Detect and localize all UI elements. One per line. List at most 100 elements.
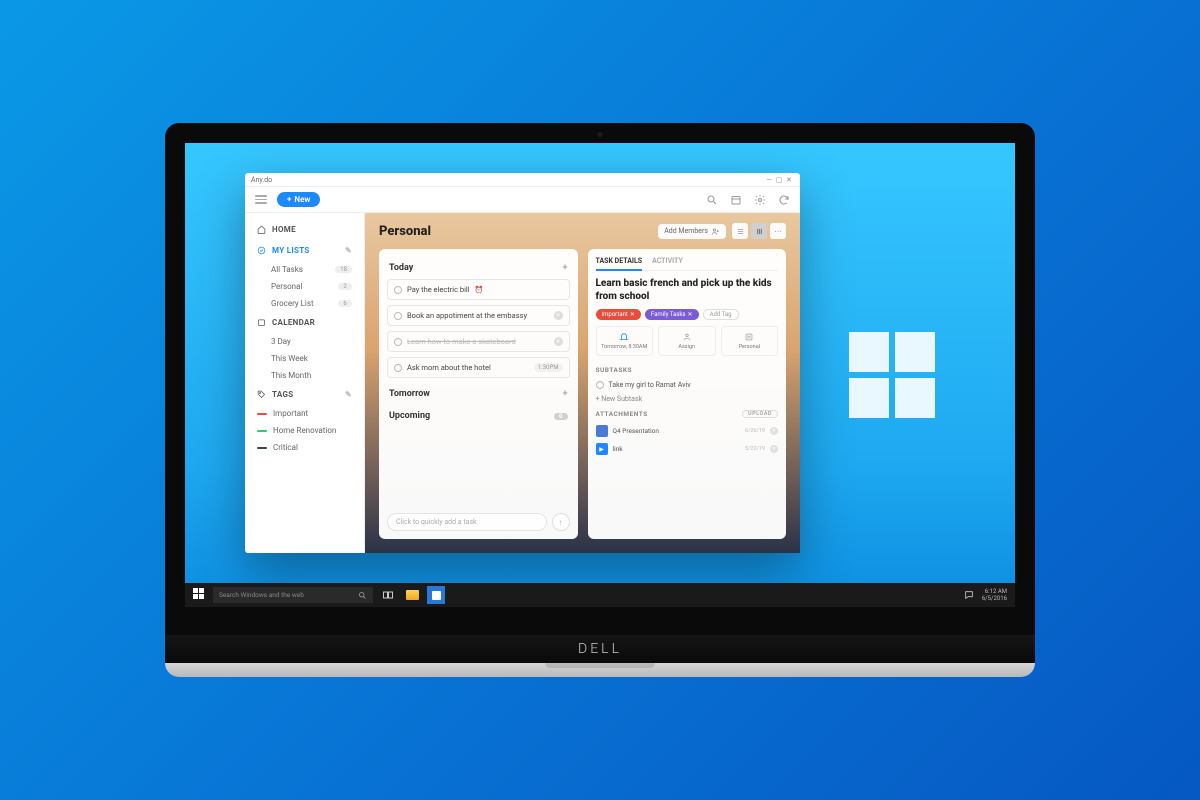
windows-logo xyxy=(849,332,935,418)
group-tomorrow[interactable]: Tomorrow + xyxy=(387,383,570,405)
window-minimize[interactable]: — xyxy=(764,176,774,184)
group-today[interactable]: Today + xyxy=(387,257,570,279)
remove-icon[interactable]: ✕ xyxy=(554,311,563,320)
detail-actions: Tomorrow, 8:30AM Assign Personal xyxy=(596,326,779,356)
add-members-button[interactable]: Add Members xyxy=(658,224,726,239)
search-icon xyxy=(358,591,367,600)
search-icon[interactable] xyxy=(706,194,718,206)
laptop-brand: DELL xyxy=(578,641,622,657)
sidebar-item-personal[interactable]: Personal2 xyxy=(245,278,364,295)
laptop-mockup: Any.do — ▢ ✕ + New xyxy=(165,123,1035,677)
pencil-icon[interactable]: ✎ xyxy=(345,246,352,255)
list-button[interactable]: Personal xyxy=(721,326,779,356)
screen-bezel: Any.do — ▢ ✕ + New xyxy=(165,123,1035,635)
user-plus-icon xyxy=(711,227,720,236)
upload-button[interactable]: UPLOAD xyxy=(742,410,778,418)
remind-button[interactable]: Tomorrow, 8:30AM xyxy=(596,326,654,356)
subtask-row[interactable]: Take my girl to Ramat Aviv xyxy=(596,378,779,392)
taskbar-clock[interactable]: 6:12 AM 6/5/2016 xyxy=(982,588,1007,602)
sidebar-tags[interactable]: TAGS ✎ xyxy=(245,384,364,405)
file-icon xyxy=(596,425,608,437)
pencil-icon[interactable]: ✎ xyxy=(345,390,352,399)
add-task-icon[interactable]: + xyxy=(563,263,568,273)
tags-row: Important✕ Family Tasks✕ Add Tag xyxy=(596,309,779,320)
view-list-icon[interactable] xyxy=(732,223,748,239)
app-toolbar: + New xyxy=(245,187,800,213)
tab-task-details[interactable]: TASK DETAILS xyxy=(596,257,643,271)
sidebar-item-grocery[interactable]: Grocery List6 xyxy=(245,295,364,312)
detail-tabs: TASK DETAILS ACTIVITY xyxy=(596,257,779,271)
hamburger-icon[interactable] xyxy=(255,195,267,204)
view-board-icon[interactable] xyxy=(751,223,767,239)
notification-icon[interactable] xyxy=(964,590,974,600)
task-column: Today + Pay the electric bill⏰ Book an a… xyxy=(379,249,578,539)
app-window: Any.do — ▢ ✕ + New xyxy=(245,173,800,553)
laptop-hinge: DELL xyxy=(165,635,1035,663)
tag-pill-family[interactable]: Family Tasks✕ xyxy=(645,309,699,320)
sidebar-cal-week[interactable]: This Week xyxy=(245,350,364,367)
more-icon[interactable]: ⋯ xyxy=(770,223,786,239)
window-titlebar: Any.do — ▢ ✕ xyxy=(245,173,800,187)
sidebar-calendar[interactable]: CALENDAR xyxy=(245,312,364,333)
window-close[interactable]: ✕ xyxy=(784,176,794,184)
attachment-row[interactable]: Q4 Presentation 6/26/19 ✕ xyxy=(596,422,779,440)
remove-icon[interactable]: ✕ xyxy=(770,445,778,453)
laptop-base xyxy=(165,663,1035,677)
sidebar-home[interactable]: HOME xyxy=(245,219,364,240)
remove-icon[interactable]: ✕ xyxy=(770,427,778,435)
quick-add-submit[interactable]: ↑ xyxy=(552,513,570,531)
tab-activity[interactable]: ACTIVITY xyxy=(652,257,683,266)
taskbar-app-store[interactable] xyxy=(427,586,445,604)
check-circle-icon xyxy=(257,246,266,255)
task-checkbox[interactable] xyxy=(394,338,402,346)
taskbar-app-explorer[interactable] xyxy=(403,586,421,604)
add-tag-button[interactable]: Add Tag xyxy=(703,309,739,320)
sync-icon[interactable] xyxy=(778,194,790,206)
task-checkbox[interactable] xyxy=(394,286,402,294)
task-row[interactable]: Book an appotiment at the embassy✕ xyxy=(387,305,570,326)
clock-icon: ⏰ xyxy=(475,286,484,294)
task-row[interactable]: Learn how to make a skateboard✕ xyxy=(387,331,570,352)
sidebar-tag-critical[interactable]: Critical xyxy=(245,439,364,456)
camera-dot xyxy=(598,132,603,137)
sidebar-mylists[interactable]: MY LISTS ✎ xyxy=(245,240,364,261)
task-checkbox[interactable] xyxy=(394,364,402,372)
add-subtask-button[interactable]: + New Subtask xyxy=(596,392,779,406)
window-maximize[interactable]: ▢ xyxy=(774,176,784,184)
task-detail-title: Learn basic french and pick up the kids … xyxy=(596,277,779,303)
sidebar-tag-important[interactable]: Important xyxy=(245,405,364,422)
user-icon xyxy=(682,332,692,342)
attachment-row[interactable]: ▶ link 5/22/19 ✕ xyxy=(596,440,779,458)
taskbar-search[interactable]: Search Windows and the web xyxy=(213,587,373,603)
task-row[interactable]: Pay the electric bill⏰ xyxy=(387,279,570,300)
subtask-checkbox[interactable] xyxy=(596,381,604,389)
list-icon xyxy=(744,332,754,342)
new-button[interactable]: + New xyxy=(277,192,320,207)
task-detail-panel: TASK DETAILS ACTIVITY Learn basic french… xyxy=(588,249,787,539)
tag-icon xyxy=(257,390,266,399)
task-view-icon[interactable] xyxy=(379,586,397,604)
tag-pill-important[interactable]: Important✕ xyxy=(596,309,641,320)
add-task-icon[interactable]: + xyxy=(563,389,568,399)
desktop-screen: Any.do — ▢ ✕ + New xyxy=(185,143,1015,607)
assign-button[interactable]: Assign xyxy=(658,326,716,356)
settings-icon[interactable] xyxy=(754,194,766,206)
quick-add-input[interactable]: Click to quickly add a task xyxy=(387,513,547,531)
calendar-small-icon xyxy=(257,318,266,327)
sidebar-item-alltasks[interactable]: All Tasks18 xyxy=(245,261,364,278)
play-icon: ▶ xyxy=(596,443,608,455)
task-row[interactable]: Ask mom about the hotel1:30PM xyxy=(387,357,570,378)
sidebar-cal-3day[interactable]: 3 Day xyxy=(245,333,364,350)
remove-icon[interactable]: ✕ xyxy=(554,337,563,346)
task-checkbox[interactable] xyxy=(394,312,402,320)
calendar-icon[interactable] xyxy=(730,194,742,206)
remove-tag-icon[interactable]: ✕ xyxy=(688,311,693,318)
remove-tag-icon[interactable]: ✕ xyxy=(630,311,635,318)
new-button-label: New xyxy=(294,195,310,204)
windows-taskbar: Search Windows and the web 6:12 AM 6/5/2… xyxy=(185,583,1015,607)
start-button[interactable] xyxy=(193,588,207,602)
sidebar-cal-month[interactable]: This Month xyxy=(245,367,364,384)
group-upcoming[interactable]: Upcoming 0 xyxy=(387,405,570,427)
page-title: Personal xyxy=(379,224,431,239)
sidebar-tag-home[interactable]: Home Renovation xyxy=(245,422,364,439)
